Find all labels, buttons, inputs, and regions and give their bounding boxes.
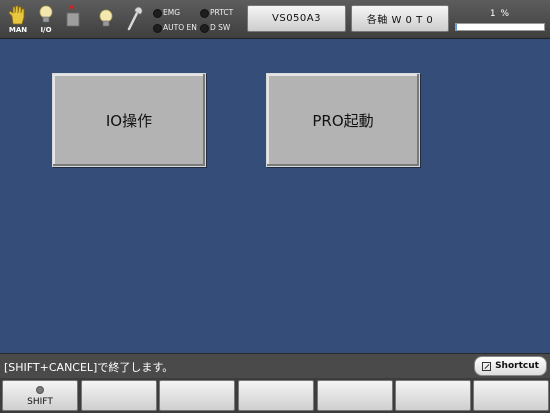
io-operation-button[interactable]: IO操作 [52, 73, 206, 167]
deadman-switch-label: D SW [210, 23, 231, 32]
pro-start-button[interactable]: PRO起動 [266, 73, 420, 167]
auto-enable-indicator-led [153, 24, 162, 33]
function-key-bar: SHIFT [0, 378, 550, 413]
function-key-f5[interactable] [317, 380, 393, 411]
message-bar: [SHIFT+CANCEL]で終了します。 [0, 353, 550, 379]
function-key-f2[interactable] [81, 380, 157, 411]
function-key-f3[interactable] [159, 380, 235, 411]
io-bulb-icon[interactable]: I/O [36, 4, 56, 34]
shortcut-label: Shortcut [495, 361, 539, 371]
function-key-f7[interactable] [473, 380, 549, 411]
speed-text: 1 % [489, 9, 511, 19]
function-key-f4[interactable] [238, 380, 314, 411]
status-message: [SHIFT+CANCEL]で終了します。 [4, 361, 174, 374]
joint-mode-button[interactable]: 各軸 W 0 T 0 [351, 5, 449, 32]
program-stop-icon[interactable] [64, 4, 82, 34]
auto-enable-label: AUTO EN [163, 23, 197, 32]
shortcut-arrow-icon [482, 361, 492, 371]
lamp-bulb-icon[interactable] [96, 4, 116, 34]
speed-bar-fill [456, 24, 457, 30]
status-bar: MAN I/O EMG PRTCT AUTO EN D SW VS050A3 各… [0, 0, 550, 39]
function-key-f6[interactable] [395, 380, 471, 411]
wrench-icon[interactable] [124, 4, 144, 34]
protect-label: PRTCT [210, 8, 234, 17]
emg-label: EMG [163, 8, 181, 17]
manual-mode-hand-icon[interactable]: MAN [6, 4, 30, 34]
protect-indicator-led [200, 9, 209, 18]
robot-model-button[interactable]: VS050A3 [247, 5, 346, 32]
emg-indicator-led [153, 9, 162, 18]
deadman-switch-indicator-led [200, 24, 209, 33]
function-key-label: SHIFT [27, 397, 53, 407]
speed-override-indicator[interactable]: 1 % [453, 4, 547, 33]
shortcut-button[interactable]: Shortcut [474, 356, 547, 376]
mode-label: MAN [8, 26, 28, 34]
shift-indicator-led [36, 386, 44, 394]
speed-bar [455, 23, 545, 31]
function-key-shift[interactable]: SHIFT [2, 380, 78, 411]
io-label: I/O [40, 26, 52, 34]
